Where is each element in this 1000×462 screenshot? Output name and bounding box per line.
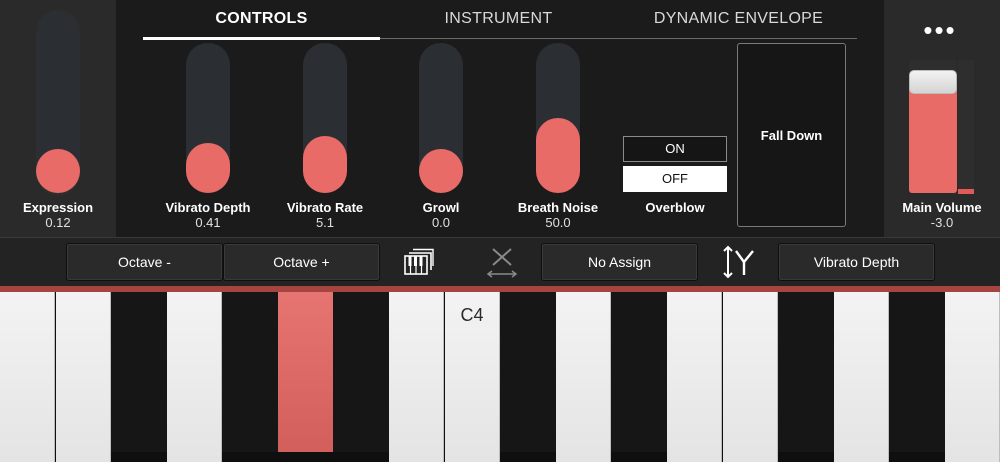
white-key[interactable]	[556, 292, 611, 462]
keyboard-layout-icon[interactable]	[404, 248, 434, 276]
vibrato-rate-label: Vibrato Rate	[286, 200, 364, 215]
black-key[interactable]	[222, 292, 278, 452]
white-key[interactable]	[0, 292, 55, 462]
black-key[interactable]	[500, 292, 556, 452]
level-meter-track	[958, 60, 974, 194]
y-axis-icon	[722, 245, 756, 279]
white-key[interactable]	[56, 292, 111, 462]
white-key[interactable]	[834, 292, 889, 462]
black-key[interactable]	[778, 292, 834, 452]
octave-minus-button[interactable]: Octave -	[66, 243, 223, 281]
white-key[interactable]	[167, 292, 222, 462]
vibrato-depth-slider-knob[interactable]	[186, 143, 230, 193]
black-key[interactable]	[889, 292, 945, 452]
tab-instrument[interactable]: INSTRUMENT	[380, 10, 617, 34]
black-key[interactable]	[611, 292, 667, 452]
octave-plus-button[interactable]: Octave +	[223, 243, 380, 281]
overblow-on-button[interactable]: ON	[623, 136, 727, 162]
white-key[interactable]	[723, 292, 778, 462]
envelope-preset-label: Fall Down	[760, 128, 823, 143]
breath-noise-slider-knob[interactable]	[536, 118, 580, 193]
c4-label: C4	[460, 305, 484, 325]
white-key[interactable]	[389, 292, 444, 462]
breath-noise-value: 50.0	[545, 215, 571, 230]
black-key[interactable]	[333, 292, 389, 452]
growl-value: 0.0	[431, 215, 451, 230]
black-key[interactable]	[111, 292, 167, 452]
keyboard-top-strip	[0, 286, 1000, 292]
expression-label: Expression	[22, 200, 94, 215]
main-volume-slider-fill	[909, 84, 957, 193]
expression-value: 0.12	[45, 215, 71, 230]
white-key[interactable]	[667, 292, 722, 462]
overblow-off-button[interactable]: OFF	[623, 166, 727, 192]
vibrato-rate-value: 5.1	[315, 215, 335, 230]
vibrato-rate-slider-knob[interactable]	[303, 136, 347, 193]
tab-active-indicator	[143, 37, 380, 40]
tab-controls[interactable]: CONTROLS	[143, 10, 380, 34]
growl-slider-knob[interactable]	[419, 149, 463, 193]
x-axis-icon	[485, 245, 519, 279]
x-assign-button[interactable]: No Assign	[541, 243, 698, 281]
black-key-pressed[interactable]	[278, 292, 333, 452]
tab-dynamic-envelope[interactable]: DYNAMIC ENVELOPE	[620, 10, 857, 34]
overblow-label: Overblow	[645, 200, 705, 215]
more-options-icon[interactable]: •••	[915, 17, 965, 43]
main-volume-slider-handle[interactable]	[909, 70, 957, 94]
vibrato-depth-value: 0.41	[195, 215, 221, 230]
white-key[interactable]	[945, 292, 1000, 462]
growl-label: Growl	[422, 200, 460, 215]
main-volume-value: -3.0	[930, 215, 954, 230]
level-meter-fill	[958, 189, 974, 194]
y-assign-button[interactable]: Vibrato Depth	[778, 243, 935, 281]
vibrato-depth-label: Vibrato Depth	[165, 200, 251, 215]
expression-slider-knob[interactable]	[36, 149, 80, 193]
breath-noise-label: Breath Noise	[517, 200, 599, 215]
main-volume-label: Main Volume	[902, 200, 982, 215]
